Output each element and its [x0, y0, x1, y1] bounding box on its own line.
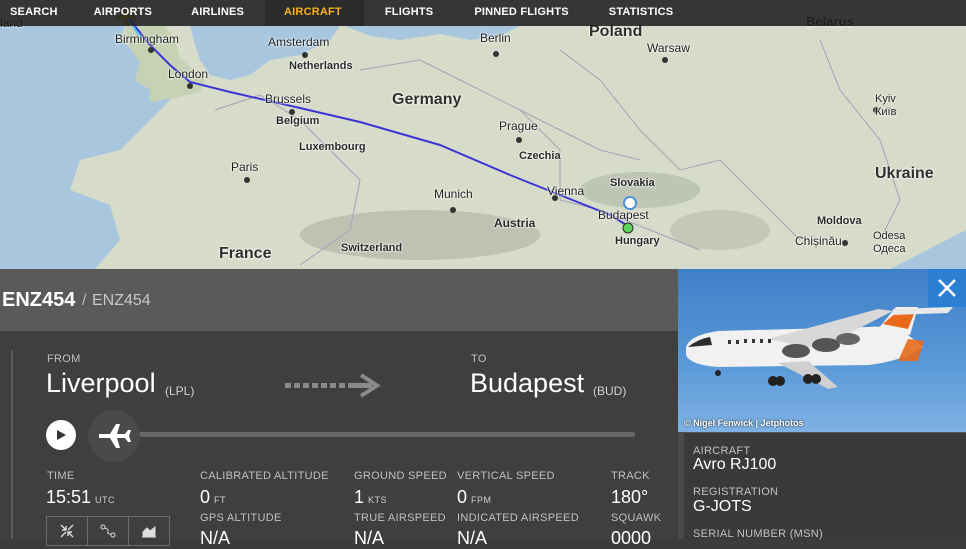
- callsign-separator: /: [82, 292, 87, 309]
- true-airspeed-label: TRUE AIRSPEED: [354, 512, 446, 524]
- chart-icon: [142, 525, 156, 538]
- map-label-warsaw: Warsaw: [647, 41, 690, 55]
- vertical-speed-value: 0 FPM: [457, 487, 492, 508]
- flight-callsign: ENZ454: [2, 289, 76, 311]
- map-label-berlin: Berlin: [480, 31, 511, 45]
- close-button[interactable]: [928, 269, 966, 307]
- map-label-amsterdam: Amsterdam: [268, 35, 330, 49]
- time-unit: UTC: [95, 495, 116, 505]
- nav-pinned-flights[interactable]: PINNED FLIGHTS: [454, 0, 588, 26]
- to-label: TO: [471, 353, 487, 365]
- ground-speed-text: 1: [354, 487, 365, 507]
- ground-speed-value: 1 KTS: [354, 487, 387, 508]
- registration-value[interactable]: G-JOTS: [693, 498, 752, 516]
- flight-progress-bar: [120, 432, 635, 437]
- route-button[interactable]: [88, 517, 129, 545]
- vertical-speed-unit: FPM: [471, 495, 492, 505]
- aircraft-type-value[interactable]: Avro RJ100: [693, 456, 776, 474]
- aircraft-position-marker: [622, 222, 634, 234]
- origin-code: (LPL): [165, 384, 195, 398]
- calibrated-altitude-text: 0: [200, 487, 211, 507]
- map-label-prague: Prague: [499, 119, 538, 133]
- ground-speed-unit: KTS: [368, 495, 388, 505]
- map-label-brussels: Brussels: [265, 92, 312, 106]
- map-label-hungary: Hungary: [615, 235, 660, 247]
- time-label: TIME: [47, 470, 75, 482]
- photo-credit[interactable]: © Nigel Fenwick | Jetphotos: [684, 418, 804, 428]
- track-label: TRACK: [611, 470, 650, 482]
- graph-button[interactable]: [129, 517, 169, 545]
- map-label-odesa: Odesa: [873, 230, 906, 242]
- aircraft-photo[interactable]: [678, 269, 966, 432]
- from-label: FROM: [47, 353, 81, 365]
- play-button[interactable]: [46, 420, 76, 450]
- map-label-ukraine: Ukraine: [875, 165, 934, 182]
- time-value-text: 15:51: [46, 487, 92, 507]
- map-label-switzerland: Switzerland: [341, 242, 403, 254]
- indicated-airspeed-label: INDICATED AIRSPEED: [457, 512, 579, 524]
- map-label-vienna: Vienna: [547, 184, 585, 198]
- view-toggle-buttons: [46, 516, 170, 546]
- registration-label: REGISTRATION: [693, 486, 779, 498]
- flight-map[interactable]: land Birmingham London Amsterdam Netherl…: [0, 0, 966, 269]
- airplane-icon: [99, 424, 131, 448]
- map-label-london: London: [168, 67, 209, 81]
- calibrated-altitude-value: 0 FT: [200, 487, 226, 508]
- squawk-label: SQUAWK: [611, 512, 662, 524]
- map-label-czechia: Czechia: [519, 150, 561, 162]
- vertical-speed-label: VERTICAL SPEED: [457, 470, 555, 482]
- map-label-munich: Munich: [434, 187, 473, 201]
- map-label-slovakia: Slovakia: [610, 177, 655, 189]
- top-nav-bar: SEARCH AIRPORTS AIRLINES AIRCRAFT FLIGHT…: [0, 0, 966, 26]
- map-label-moldova: Moldova: [817, 215, 862, 227]
- map-label-netherlands: Netherlands: [289, 60, 353, 72]
- nav-search[interactable]: SEARCH: [0, 0, 68, 26]
- map-label-birmingham: Birmingham: [115, 32, 180, 46]
- gps-altitude-label: GPS ALTITUDE: [200, 512, 282, 524]
- map-label-odesa-local: Одеса: [873, 243, 906, 255]
- aircraft-photo-image: [686, 307, 953, 389]
- route-arrow-icon: [285, 373, 381, 398]
- aircraft-info-divider: [678, 432, 684, 539]
- collapse-button[interactable]: [47, 517, 88, 545]
- map-label-kyiv: Kyiv: [875, 93, 896, 105]
- close-icon: [938, 279, 956, 297]
- serial-number-label: SERIAL NUMBER (MSN): [693, 528, 823, 540]
- map-label-paris: Paris: [231, 160, 259, 174]
- nav-airlines[interactable]: AIRLINES: [170, 0, 265, 26]
- nav-flights[interactable]: FLIGHTS: [364, 0, 454, 26]
- origin-city[interactable]: Liverpool: [46, 368, 156, 399]
- map-label-belgium: Belgium: [276, 115, 320, 127]
- track-value: 180°: [611, 487, 649, 507]
- panel-divider: [11, 350, 13, 539]
- map-label-luxembourg: Luxembourg: [299, 141, 366, 153]
- nav-aircraft[interactable]: AIRCRAFT: [265, 0, 364, 26]
- collapse-icon: [60, 524, 74, 538]
- time-value: 15:51 UTC: [46, 487, 115, 508]
- flight-callsign-alt: ENZ454: [92, 292, 151, 309]
- map-label-france: France: [219, 245, 272, 262]
- nav-airports[interactable]: AIRPORTS: [68, 0, 170, 26]
- map-label-germany: Germany: [392, 91, 462, 108]
- calibrated-altitude-unit: FT: [214, 495, 227, 505]
- calibrated-altitude-label: CALIBRATED ALTITUDE: [200, 470, 329, 482]
- map-label-kyiv-local: Київ: [875, 106, 897, 118]
- map-label-austria: Austria: [494, 216, 536, 230]
- map-label-budapest: Budapest: [598, 208, 649, 222]
- nav-statistics[interactable]: STATISTICS: [589, 0, 684, 26]
- destination-code: (BUD): [593, 384, 627, 398]
- route-icon: [100, 524, 116, 538]
- play-icon: [57, 430, 66, 440]
- destination-city[interactable]: Budapest: [470, 368, 584, 399]
- map-label-chisinau: Chișinău: [795, 234, 842, 248]
- ground-speed-label: GROUND SPEED: [354, 470, 447, 482]
- vertical-speed-text: 0: [457, 487, 468, 507]
- aircraft-progress-marker[interactable]: [88, 410, 140, 462]
